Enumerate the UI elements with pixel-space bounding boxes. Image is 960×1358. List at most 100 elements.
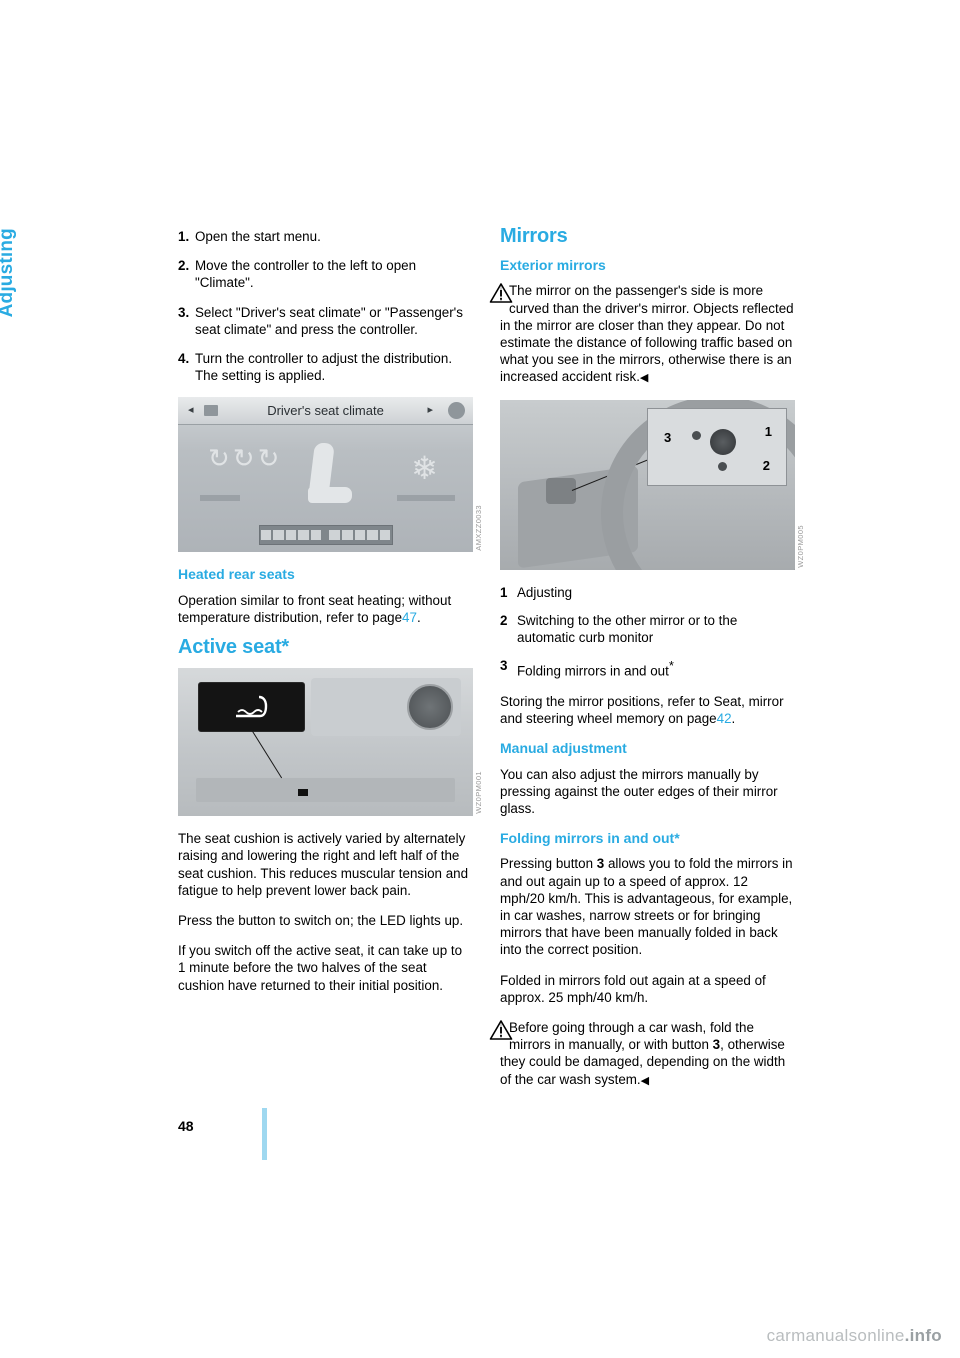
warning-triangle-icon — [489, 283, 513, 304]
step-4-number: 4. — [178, 351, 190, 367]
chevron-right-icon: ▸ — [427, 404, 433, 417]
storing-mirror-positions-text: Storing the mirror positions, refer to S… — [500, 693, 795, 727]
right-column: Mirrors Exterior mirrors The mirror on t… — [489, 225, 805, 1102]
seat-climate-screen-figure: ◂ Driver's seat climate ▸ ↻↻↻ ❄ AMXZZ003… — [178, 397, 483, 553]
heated-rear-seats-period: . — [416, 609, 421, 625]
page-tab-marker — [262, 1108, 267, 1160]
seat-outline-icon — [296, 443, 358, 509]
folding-mirrors-heading: Folding mirrors in and out* — [500, 830, 680, 847]
step-4-text: Turn the controller to adjust the distri… — [195, 351, 453, 367]
car-wash-notice-block: Before going through a car wash, fold th… — [489, 1019, 795, 1089]
left-column: 1. Open the start menu. 2. Move the cont… — [178, 228, 483, 1007]
fan-status-icon — [448, 402, 465, 420]
notice-icon-wrapper — [489, 1019, 513, 1040]
notice-button-number: 3 — [712, 1037, 721, 1053]
screen-label-left — [200, 495, 240, 502]
step-3: 3. Select "Driver's seat climate" or "Pa… — [178, 304, 473, 338]
manual-adjustment-text: You can also adjust the mirrors manually… — [500, 766, 778, 816]
step-1-number: 1. — [178, 229, 190, 244]
mirror-controls-figure: 1 2 3 WZ0PM005 — [500, 399, 805, 570]
page-reference-42[interactable]: 42 — [717, 711, 732, 726]
screen-header: ◂ Driver's seat climate ▸ — [178, 397, 473, 426]
active-seat-paragraph-2: Press the button to switch on; the LED l… — [178, 913, 464, 929]
figure-code-screen: AMXZZ0033 — [473, 504, 483, 551]
callout-line — [251, 730, 283, 779]
legend-3-text: Folding mirrors in and out — [517, 663, 669, 679]
folding-button-number: 3 — [596, 856, 605, 872]
idrive-screen: ◂ Driver's seat climate ▸ ↻↻↻ ❄ — [178, 397, 473, 553]
warning-icon-wrapper — [489, 283, 513, 304]
figure-code-active-seat: WZ0PM001 — [473, 771, 483, 815]
watermark-suffix: .info — [904, 1326, 942, 1345]
step-1: 1. Open the start menu. — [178, 228, 473, 245]
step-2: 2. Move the controller to the left to op… — [178, 257, 473, 291]
legend-2-text: Switching to the other mirror or to the … — [517, 612, 738, 646]
step-3-text: Select "Driver's seat climate" or "Passe… — [195, 304, 463, 337]
chapter-title-text: Adjusting — [0, 228, 17, 318]
folding-mirrors-paragraph-2: Folded in mirrors fold out again at a sp… — [500, 972, 766, 1005]
active-seat-heading: Active seat* — [178, 636, 289, 659]
figure-code-mirror: WZ0PM005 — [795, 524, 805, 568]
heated-rear-seats-text: Operation similar to front seat heating;… — [178, 592, 473, 626]
watermark-text: carmanualsonline — [766, 1326, 905, 1345]
procedure-steps: 1. Open the start menu. 2. Move the cont… — [178, 228, 473, 384]
folding-mirrors-paragraph-1: Pressing button 3 allows you to fold the… — [500, 855, 795, 958]
chevron-left-icon: ◂ — [188, 404, 194, 417]
watermark: carmanualsonline.info — [767, 1326, 942, 1346]
heating-waves-icon: ↻↻↻ — [208, 444, 283, 475]
mirror-switch-detail-inset: 1 2 3 — [647, 407, 787, 486]
step-1-text: Open the start menu. — [195, 229, 321, 244]
mirror-fold-button — [718, 461, 727, 471]
inset-label-1: 1 — [764, 423, 772, 439]
exterior-mirrors-heading: Exterior mirrors — [500, 257, 606, 274]
page-number: 48 — [178, 1118, 194, 1134]
legend-item-1: 1 Adjusting — [500, 584, 795, 601]
legend-1-number: 1 — [500, 584, 508, 600]
ventilation-fan-icon: ❄ — [411, 449, 438, 488]
warning-triangle-glyph — [489, 283, 513, 304]
legend-item-3: 3 Folding mirrors in and out* — [500, 657, 795, 680]
led-indicator — [298, 789, 308, 797]
distribution-slider[interactable] — [258, 525, 393, 546]
seat-button-panel — [198, 682, 305, 733]
mirror-warning-text: The mirror on the passenger's side is mo… — [500, 283, 794, 385]
active-seat-photo — [178, 668, 473, 817]
screen-title: Driver's seat climate — [267, 403, 384, 419]
manual-adjustment-heading: Manual adjustment — [500, 740, 627, 757]
screen-body: ↻↻↻ ❄ — [178, 425, 473, 552]
active-seat-figure: WZ0PM001 — [178, 668, 483, 817]
storing-text-a: Storing the mirror positions, refer to S… — [500, 693, 784, 727]
chapter-title-vertical: Adjusting — [0, 228, 18, 428]
inset-label-3: 3 — [664, 429, 672, 445]
step-4-text-secondary: The setting is applied. — [195, 368, 326, 384]
active-seat-paragraph-1: The seat cushion is actively varied by a… — [178, 831, 469, 898]
mirror-warning-block: The mirror on the passenger's side is mo… — [489, 282, 795, 386]
notice-end-mark: ◀ — [640, 1073, 650, 1087]
menu-icon — [204, 405, 218, 417]
legend-2-number: 2 — [500, 612, 508, 628]
folding-text-b: allows you to fold the mirrors in and ou… — [500, 856, 793, 958]
manual-page: Adjusting 1. Open the start menu. 2. Mov… — [0, 0, 960, 1358]
warning-end-mark: ◀ — [639, 371, 649, 385]
step-2-text: Move the controller to the left to open … — [195, 258, 417, 291]
mirror-select-button — [692, 430, 701, 440]
legend-item-2: 2 Switching to the other mirror or to th… — [500, 612, 795, 646]
warning-triangle-glyph-2 — [489, 1019, 513, 1040]
legend-3-asterisk: * — [668, 658, 674, 674]
mirrors-heading: Mirrors — [500, 225, 568, 247]
active-seat-paragraph-3: If you switch off the active seat, it ca… — [178, 943, 463, 993]
lower-console-strip — [196, 778, 455, 803]
storing-text-b: . — [731, 711, 736, 727]
mirror-legend-list: 1 Adjusting 2 Switching to the other mir… — [500, 584, 795, 680]
active-seat-glyph-icon — [235, 696, 267, 718]
mirror-adjust-joystick — [710, 428, 736, 455]
mirror-controls-photo: 1 2 3 — [500, 399, 795, 570]
warning-triangle-icon-2 — [489, 1019, 513, 1040]
page-reference-47[interactable]: 47 — [402, 610, 417, 625]
folding-text-a: Pressing button — [500, 856, 594, 872]
step-3-number: 3. — [178, 304, 190, 320]
step-2-number: 2. — [178, 258, 190, 274]
inset-label-2: 2 — [762, 458, 770, 474]
legend-3-number: 3 — [500, 658, 508, 674]
step-4: 4. Turn the controller to adjust the dis… — [178, 350, 473, 384]
